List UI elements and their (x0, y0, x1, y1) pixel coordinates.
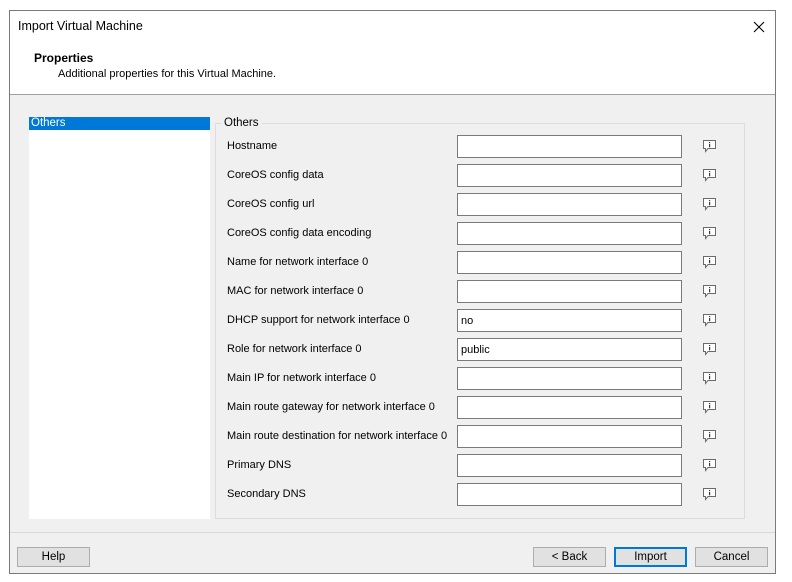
property-label: Secondary DNS (227, 488, 306, 500)
property-row: Main IP for network interface 0 (216, 367, 744, 391)
property-input[interactable] (457, 222, 682, 245)
info-balloon-icon[interactable] (702, 226, 717, 240)
property-label: Name for network interface 0 (227, 256, 369, 268)
back-button[interactable]: < Back (533, 547, 606, 567)
property-input[interactable] (457, 280, 682, 303)
property-input[interactable] (457, 396, 682, 419)
window-title: Import Virtual Machine (18, 19, 143, 33)
property-row: Primary DNS (216, 454, 744, 478)
property-input[interactable] (457, 425, 682, 448)
property-input[interactable] (457, 164, 682, 187)
property-input[interactable] (457, 367, 682, 390)
property-label: Main IP for network interface 0 (227, 372, 376, 384)
page-title: Properties (34, 51, 94, 65)
title-bar: Import Virtual Machine (10, 11, 775, 43)
property-input[interactable] (457, 338, 682, 361)
property-label: CoreOS config url (227, 198, 315, 210)
property-row: CoreOS config data encoding (216, 222, 744, 246)
property-input[interactable] (457, 454, 682, 477)
info-balloon-icon[interactable] (702, 342, 717, 356)
property-input[interactable] (457, 483, 682, 506)
property-input[interactable] (457, 309, 682, 332)
property-row: Main route gateway for network interface… (216, 396, 744, 420)
info-balloon-icon[interactable] (702, 139, 717, 153)
group-title: Others (221, 117, 262, 129)
property-row: DHCP support for network interface 0 (216, 309, 744, 333)
property-row: Hostname (216, 135, 744, 159)
property-label: Role for network interface 0 (227, 343, 362, 355)
info-balloon-icon[interactable] (702, 400, 717, 414)
property-label: DHCP support for network interface 0 (227, 314, 410, 326)
property-row: MAC for network interface 0 (216, 280, 744, 304)
info-balloon-icon[interactable] (702, 168, 717, 182)
info-balloon-icon[interactable] (702, 371, 717, 385)
category-list: Others (29, 117, 210, 519)
close-icon (753, 21, 765, 33)
property-label: CoreOS config data (227, 169, 324, 181)
property-input[interactable] (457, 193, 682, 216)
property-label: Primary DNS (227, 459, 292, 471)
property-input[interactable] (457, 135, 682, 158)
property-label: MAC for network interface 0 (227, 285, 364, 297)
property-input[interactable] (457, 251, 682, 274)
property-row: Name for network interface 0 (216, 251, 744, 275)
property-row: Role for network interface 0 (216, 338, 744, 362)
info-balloon-icon[interactable] (702, 429, 717, 443)
property-label: CoreOS config data encoding (227, 227, 372, 239)
property-label: Hostname (227, 140, 278, 152)
info-balloon-icon[interactable] (702, 458, 717, 472)
info-balloon-icon[interactable] (702, 197, 717, 211)
import-button[interactable]: Import (614, 547, 687, 567)
wizard-header: Properties Additional properties for thi… (10, 43, 775, 95)
others-group: Others Hostname CoreOS config data CoreOS … (215, 117, 745, 519)
page-description: Additional properties for this Virtual M… (58, 68, 277, 80)
info-balloon-icon[interactable] (702, 487, 717, 501)
property-label: Main route gateway for network interface… (227, 401, 435, 413)
property-row: Secondary DNS (216, 483, 744, 507)
import-vm-dialog: Import Virtual Machine Properties Additi… (9, 10, 776, 574)
close-button[interactable] (747, 15, 771, 39)
info-balloon-icon[interactable] (702, 313, 717, 327)
property-label: Main route destination for network inter… (227, 430, 448, 442)
property-row: CoreOS config url (216, 193, 744, 217)
help-button[interactable]: Help (17, 547, 90, 567)
category-item-others[interactable]: Others (29, 117, 210, 130)
property-row: CoreOS config data (216, 164, 744, 188)
property-row: Main route destination for network inter… (216, 425, 744, 449)
footer-separator (10, 532, 775, 533)
info-balloon-icon[interactable] (702, 255, 717, 269)
cancel-button[interactable]: Cancel (695, 547, 768, 567)
info-balloon-icon[interactable] (702, 284, 717, 298)
